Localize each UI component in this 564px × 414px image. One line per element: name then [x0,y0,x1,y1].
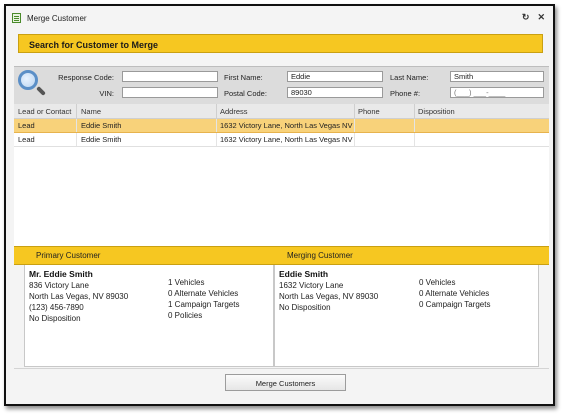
first-name-label: First Name: [224,73,263,82]
search-section-header: Search for Customer to Merge [18,34,543,53]
merge-customer-dialog: Merge Customer ↻ ✕ Search for Customer t… [4,4,555,406]
merging-vehicles: 0 Vehicles [419,278,456,287]
vin-label: VIN: [99,89,114,98]
column-header-lead-or-contact[interactable]: Lead or Contact [18,107,71,116]
search-panel: Response Code: VIN: First Name: Postal C… [14,66,549,105]
primary-alt-vehicles: 0 Alternate Vehicles [168,289,239,298]
response-code-input[interactable] [122,71,218,82]
response-code-label: Response Code: [58,73,114,82]
refresh-icon[interactable]: ↻ [522,12,530,23]
merging-campaign-targets: 0 Campaign Targets [419,300,491,309]
last-name-input[interactable] [450,71,544,82]
phone-input[interactable] [450,87,544,98]
dialog-footer: Merge Customers [14,368,549,402]
last-name-label: Last Name: [390,73,429,82]
primary-customer-header: Primary Customer [36,251,101,260]
column-header-address[interactable]: Address [220,107,248,116]
window-icon [12,13,21,23]
primary-phone: (123) 456-7890 [29,303,84,312]
column-header-phone[interactable]: Phone [358,107,380,116]
primary-disposition: No Disposition [29,314,81,323]
cell-type: Lead [18,121,35,130]
search-icon [18,70,38,90]
search-icon-handle [36,86,46,96]
table-row[interactable]: Lead Eddie Smith 1632 Victory Lane, Nort… [14,119,549,133]
primary-policies: 0 Policies [168,311,203,320]
cell-address: 1632 Victory Lane, North Las Vegas NV [220,135,353,144]
merging-street: 1632 Victory Lane [279,281,344,290]
vin-input[interactable] [122,87,218,98]
table-row[interactable]: Lead Eddie Smith 1632 Victory Lane, Nort… [14,133,549,147]
cell-name: Eddie Smith [81,121,122,130]
primary-customer-name: Mr. Eddie Smith [29,269,93,279]
postal-code-label: Postal Code: [224,89,267,98]
postal-code-input[interactable] [287,87,383,98]
merging-disposition: No Disposition [279,303,331,312]
primary-vehicles: 1 Vehicles [168,278,205,287]
cell-address: 1632 Victory Lane, North Las Vegas NV [220,121,353,130]
customer-headers-bar: Primary Customer Merging Customer [14,246,549,265]
merging-city: North Las Vegas, NV 89030 [279,292,379,301]
primary-campaign-targets: 1 Campaign Targets [168,300,240,309]
first-name-input[interactable] [287,71,383,82]
merging-customer-header: Merging Customer [287,251,353,260]
close-icon[interactable]: ✕ [537,12,545,23]
primary-city: North Las Vegas, NV 89030 [29,292,129,301]
column-header-name[interactable]: Name [81,107,101,116]
cell-type: Lead [18,135,35,144]
window-title: Merge Customer [27,13,87,23]
column-header-disposition[interactable]: Disposition [418,107,455,116]
title-bar: Merge Customer ↻ ✕ [6,6,553,30]
merge-customers-button[interactable]: Merge Customers [225,374,346,391]
cell-name: Eddie Smith [81,135,122,144]
primary-customer-panel: Mr. Eddie Smith 836 Victory Lane North L… [24,265,274,367]
merging-customer-name: Eddie Smith [279,269,329,279]
merging-alt-vehicles: 0 Alternate Vehicles [419,289,490,298]
phone-label: Phone #: [390,89,421,98]
merging-customer-panel: Eddie Smith 1632 Victory Lane North Las … [274,265,539,367]
results-grid-header: Lead or Contact Name Address Phone Dispo… [14,104,549,119]
results-grid: Lead Eddie Smith 1632 Victory Lane, Nort… [14,119,549,246]
primary-street: 836 Victory Lane [29,281,89,290]
